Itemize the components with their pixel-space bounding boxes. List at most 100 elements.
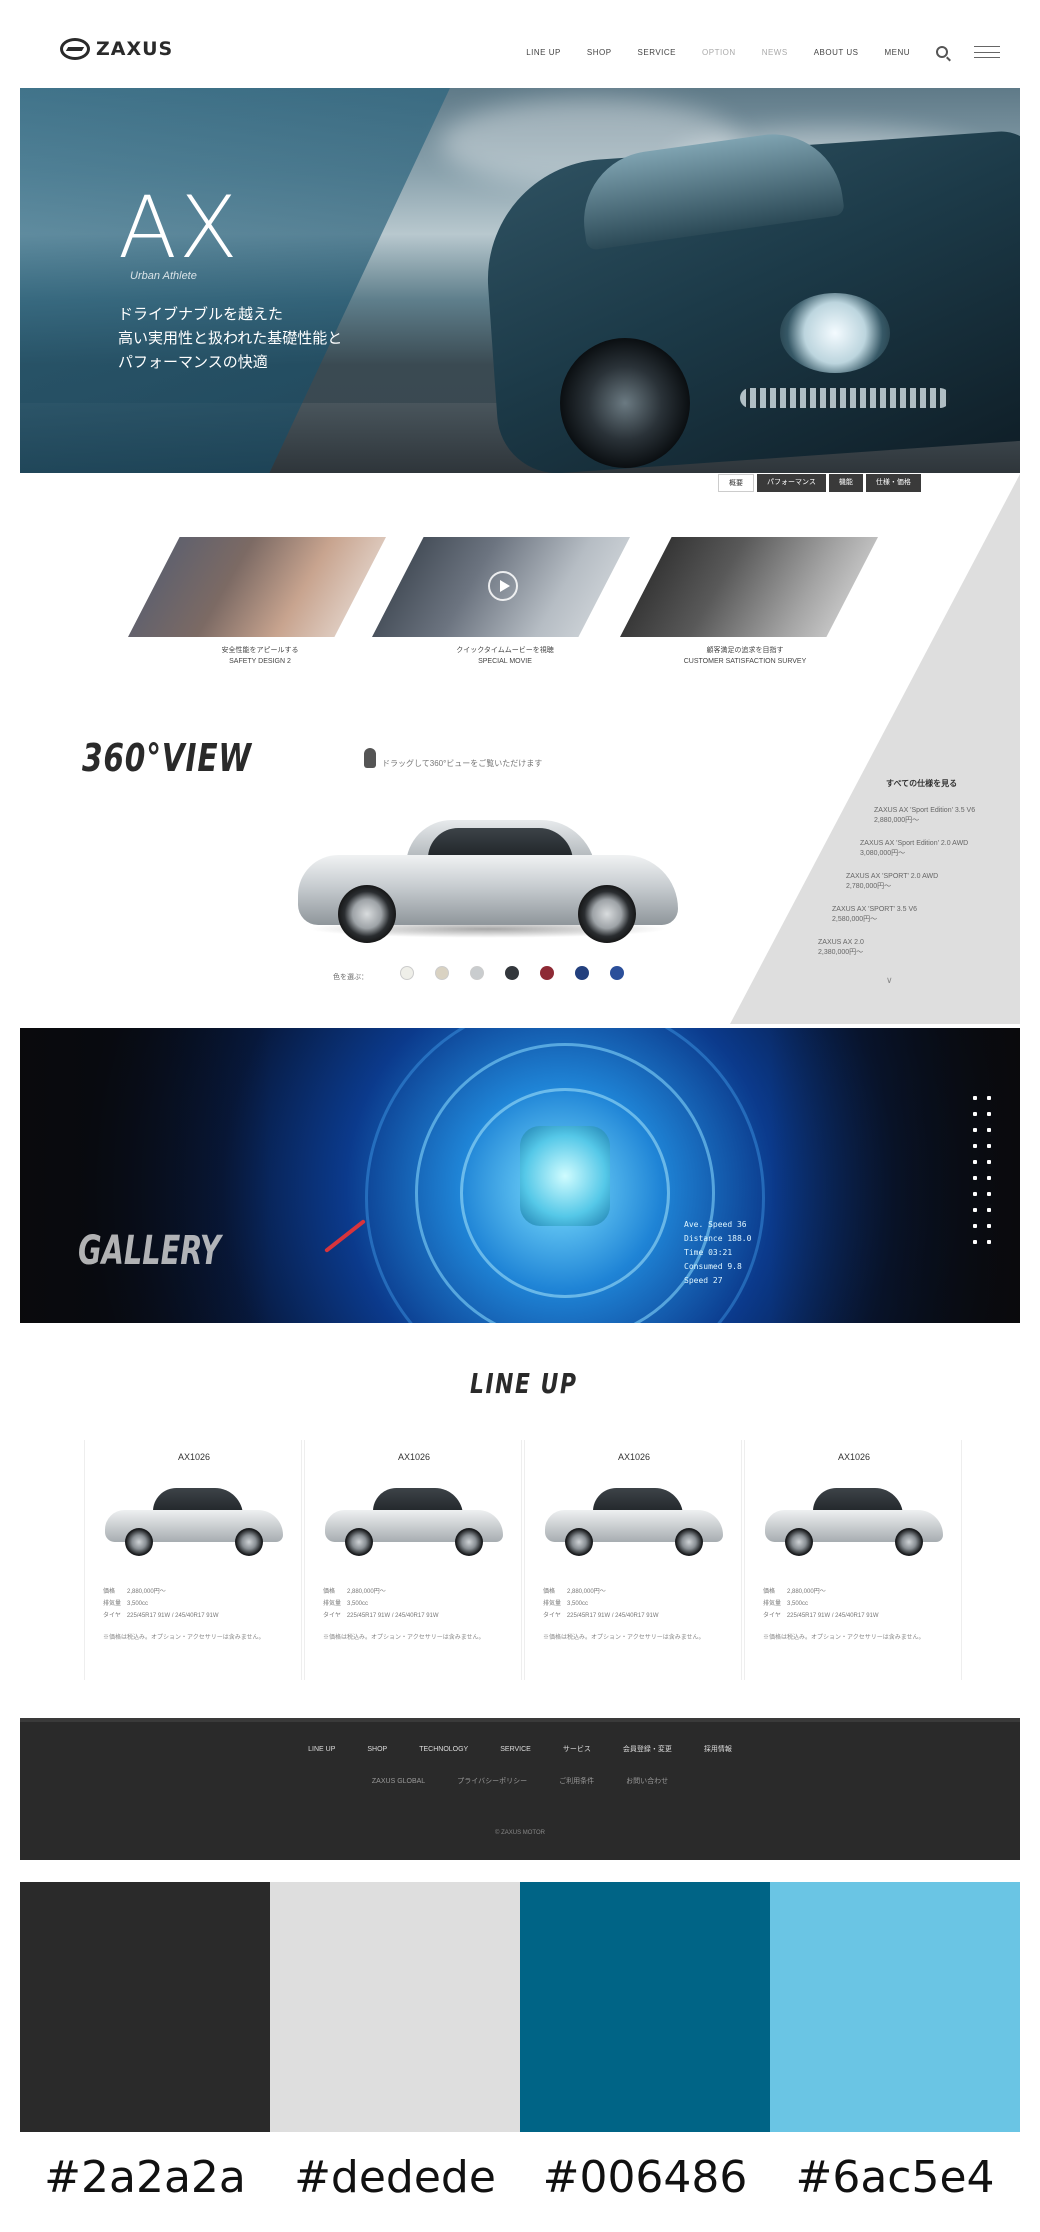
lineup-spec: タイヤ 225/45R17 91W / 245/40R17 91W [763,1613,879,1619]
footer-link[interactable]: ご利用条件 [559,1776,594,1786]
palette-swatch [770,1882,1020,2132]
gallery-thumb-dot[interactable] [973,1144,977,1148]
tab-performance[interactable]: パフォーマンス [757,474,826,492]
palette-hex-label: #dedede [294,2152,496,2203]
color-swatch[interactable] [575,966,589,980]
color-swatch[interactable] [435,966,449,980]
lineup-car-image [105,1488,283,1558]
lineup-car-image [325,1488,503,1558]
color-swatch[interactable] [505,966,519,980]
hamburger-menu-icon[interactable] [974,46,1000,58]
footer-link[interactable]: 採用情報 [704,1744,732,1754]
footer-link[interactable]: お問い合わせ [626,1776,668,1786]
gallery-thumb-dot[interactable] [973,1240,977,1244]
lineup-note: ※価格は税込み。オプション・アクセサリーは含みません。 [763,1635,925,1641]
gallery-thumb-dot[interactable] [987,1208,991,1212]
footer-link[interactable]: LINE UP [308,1746,335,1753]
gallery-thumb-dot[interactable] [973,1224,977,1228]
lineup-spec: 価格 2,880,000円〜 [323,1589,386,1595]
palette-swatch [20,1882,270,2132]
nav-item-news[interactable]: NEWS [762,48,788,57]
gauge-readout: Ave. Speed 36 Distance 188.0 Time 03:21 … [684,1220,752,1285]
footer-link[interactable]: 会員登録・変更 [623,1744,672,1754]
footer-link[interactable]: SERVICE [500,1746,531,1753]
feature-caption-movie[interactable]: クイックタイムムービーを視聴 SPECIAL MOVIE [395,645,615,667]
color-swatch[interactable] [610,966,624,980]
lineup-spec: 排気量 3,500cc [543,1601,589,1607]
gallery-banner[interactable]: Ave. Speed 36 Distance 188.0 Time 03:21 … [20,1028,1020,1323]
footer-link[interactable]: サービス [563,1744,591,1754]
gallery-title: GALLERY [78,1228,221,1274]
lineup-spec: 価格 2,880,000円〜 [763,1589,826,1595]
feature-caption-safety[interactable]: 安全性能をアピールする SAFETY DESIGN 2 [150,645,370,667]
gallery-thumb-dot[interactable] [987,1128,991,1132]
gallery-thumb-dot[interactable] [973,1096,977,1100]
tab-overview[interactable]: 概要 [718,474,754,492]
color-swatch[interactable] [470,966,484,980]
brand-name: ZAXUS [96,38,174,60]
tab-specs-price[interactable]: 仕様・価格 [865,474,921,492]
gallery-thumb-dot[interactable] [987,1192,991,1196]
lineup-card-name: AX1026 [397,1452,431,1462]
hero-subtitle: Urban Athlete [130,270,197,282]
lineup-card[interactable]: AX1026 価格 2,880,000円〜 排気量 3,500cc タイヤ 225/4… [524,1440,742,1680]
footer-link[interactable]: プライバシーポリシー [457,1776,527,1786]
grade-item[interactable]: ZAXUS AX 'SPORT' 3.5 V6 2,580,000円〜 [832,905,982,925]
nav-item-menu[interactable]: MENU [884,48,910,57]
brand-mark-icon [60,38,90,60]
gallery-thumb-dot[interactable] [987,1160,991,1164]
lineup-note: ※価格は税込み。オプション・アクセサリーは含みません。 [543,1635,705,1641]
nav-item-service[interactable]: SERVICE [638,48,676,57]
brand-logo[interactable]: ZAXUS [60,38,173,60]
play-icon[interactable] [488,571,518,601]
lineup-spec: タイヤ 225/45R17 91W / 245/40R17 91W [543,1613,659,1619]
grade-item[interactable]: ZAXUS AX 'SPORT' 2.0 AWD 2,780,000円〜 [846,872,996,892]
gallery-thumb-dot[interactable] [987,1240,991,1244]
nav-item-about-us[interactable]: ABOUT US [814,48,859,57]
chevron-down-icon[interactable]: ∨ [886,975,893,986]
lineup-card-name: AX1026 [837,1452,871,1462]
footer-link[interactable]: TECHNOLOGY [419,1746,468,1753]
gauge-icon [520,1126,610,1226]
gallery-thumb-dot[interactable] [987,1112,991,1116]
search-icon[interactable] [936,46,948,58]
grade-item[interactable]: ZAXUS AX 2.0 2,380,000円〜 [818,938,968,958]
lineup-card-name: AX1026 [617,1452,651,1462]
lineup-card[interactable]: AX1026 価格 2,880,000円〜 排気量 3,500cc タイヤ 225/4… [744,1440,962,1680]
tab-features[interactable]: 機能 [828,474,863,492]
feature-caption-survey[interactable]: 顧客満足の追求を目指す CUSTOMER SATISFACTION SURVEY [635,645,855,667]
color-swatch[interactable] [540,966,554,980]
lineup-card[interactable]: AX1026 価格 2,880,000円〜 排気量 3,500cc タイヤ 225/4… [304,1440,522,1680]
nav-item-option[interactable]: OPTION [702,48,736,57]
grades-title[interactable]: すべての仕様を見る [886,778,957,789]
hero-banner: AX Urban Athlete ドライブナブルを越えた 高い実用性と扱われた基… [20,88,1020,473]
color-swatch[interactable] [400,966,414,980]
grade-item[interactable]: ZAXUS AX 'Sport Edition' 3.5 V6 2,880,000… [874,806,1024,826]
gallery-thumb-dot[interactable] [987,1144,991,1148]
gallery-thumb-dot[interactable] [987,1096,991,1100]
gallery-thumb-dot[interactable] [973,1128,977,1132]
main-nav: LINE UP SHOP SERVICE OPTION NEWS ABOUT US MENU [500,46,1000,58]
gallery-thumb-dot[interactable] [973,1160,977,1164]
gallery-thumb-dot[interactable] [973,1112,977,1116]
gallery-thumb-dot[interactable] [987,1224,991,1228]
gallery-thumb-dot[interactable] [973,1208,977,1212]
grade-item[interactable]: ZAXUS AX 'Sport Edition' 2.0 AWD 3,080,00… [860,839,1010,859]
lineup-spec: 排気量 3,500cc [323,1601,369,1607]
palette-hex-label: #006486 [542,2152,748,2203]
site-header: ZAXUS LINE UP SHOP SERVICE OPTION NEWS ABOUT … [20,0,1020,88]
gallery-thumb-dot[interactable] [973,1176,977,1180]
gallery-thumb-dot[interactable] [973,1192,977,1196]
footer-nav-primary: LINE UP SHOP TECHNOLOGY SERVICE サービス 会員登録・変更 採… [20,1738,1020,1756]
lineup-spec: タイヤ 225/45R17 91W / 245/40R17 91W [103,1613,219,1619]
nav-item-line-up[interactable]: LINE UP [526,48,561,57]
palette-swatch [270,1882,520,2132]
footer-nav-secondary: ZAXUS GLOBAL プライバシーポリシー ご利用条件 お問い合わせ [20,1770,1020,1788]
view360-car[interactable] [298,810,678,943]
nav-item-shop[interactable]: SHOP [587,48,612,57]
footer-link[interactable]: SHOP [367,1746,387,1753]
lineup-card[interactable]: AX1026 価格 2,880,000円〜 排気量 3,500cc タイヤ 225/4… [84,1440,302,1680]
footer-link[interactable]: ZAXUS GLOBAL [372,1778,425,1785]
view360-title: 360°VIEW [82,736,252,780]
gallery-thumb-dot[interactable] [987,1176,991,1180]
